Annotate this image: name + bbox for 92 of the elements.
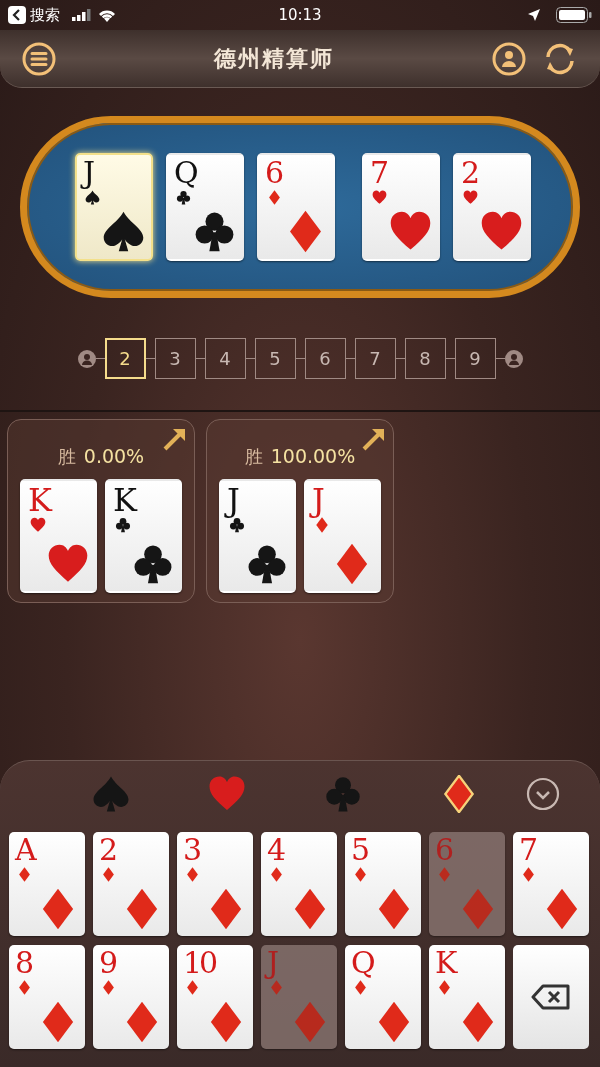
player-count-option[interactable]: 8 — [404, 338, 446, 379]
card-rank: 7 — [370, 155, 390, 191]
player-count-option[interactable]: 6 — [304, 338, 346, 379]
diamond-icon — [353, 979, 368, 995]
club-icon — [115, 517, 131, 534]
win-label: 胜 — [57, 444, 76, 469]
heart-icon — [480, 210, 523, 253]
playing-card[interactable]: 2 — [93, 832, 169, 936]
diamond-icon — [314, 517, 330, 534]
diamond-icon — [269, 979, 284, 995]
collapse-chevron-icon[interactable] — [526, 777, 560, 811]
card-rank: K — [113, 480, 137, 519]
card-rank: 6 — [435, 832, 455, 868]
playing-card[interactable]: 9 — [93, 945, 169, 1049]
playing-card[interactable]: 7 — [362, 153, 440, 261]
playing-card[interactable]: 3 — [177, 832, 253, 936]
player-count-option[interactable]: 3 — [154, 338, 196, 379]
diamond-icon — [269, 866, 284, 882]
diamond-icon — [521, 866, 536, 882]
card-rank: 6 — [265, 155, 285, 191]
heart-icon — [372, 189, 387, 205]
expand-arrow-icon[interactable] — [162, 426, 188, 452]
app-title: 德州精算师 — [214, 46, 334, 71]
spade-icon — [92, 775, 130, 813]
diamond-icon — [185, 866, 200, 882]
card-rank: 3 — [183, 832, 203, 868]
playing-card[interactable]: A — [9, 832, 85, 936]
playing-card[interactable]: 2 — [453, 153, 531, 261]
profile-icon[interactable] — [492, 41, 526, 76]
diamond-icon — [267, 189, 282, 205]
hand-panel[interactable]: 胜 0.00% K K — [7, 419, 195, 603]
player-count-option[interactable]: 5 — [254, 338, 296, 379]
club-icon — [324, 775, 362, 813]
playing-card[interactable]: 6 — [257, 153, 335, 261]
card-rank: K — [28, 480, 52, 519]
location-icon — [528, 9, 540, 21]
card-rank: 2 — [461, 155, 481, 191]
club-icon — [193, 210, 236, 253]
playing-card[interactable]: 4 — [261, 832, 337, 936]
back-label[interactable]: 搜索 — [30, 3, 60, 27]
spade-icon — [85, 189, 100, 205]
card-rank: 7 — [519, 832, 539, 868]
diamond-icon — [101, 979, 116, 995]
expand-arrow-icon[interactable] — [361, 426, 387, 452]
card-rank: Q — [174, 155, 199, 191]
player-count-option[interactable]: 7 — [354, 338, 396, 379]
card-rank: 5 — [351, 832, 371, 868]
club-icon — [176, 189, 191, 205]
playing-card[interactable]: J — [75, 153, 153, 261]
playing-card[interactable]: 7 — [513, 832, 589, 936]
card-rank: K — [435, 945, 458, 981]
player-count-option[interactable]: 9 — [454, 338, 496, 379]
card-rank: 2 — [99, 832, 119, 868]
heart-icon — [463, 189, 478, 205]
playing-card[interactable]: 10 — [177, 945, 253, 1049]
spade-icon — [102, 210, 145, 253]
win-rate: 0.00% — [83, 444, 145, 469]
hand-panel[interactable]: 胜 100.00% J J — [206, 419, 394, 603]
card-rank: 9 — [99, 945, 119, 981]
heart-icon — [389, 210, 432, 253]
diamond-icon — [185, 979, 200, 995]
backspace-icon — [531, 984, 571, 1010]
player-count-option[interactable]: 2 — [104, 338, 146, 379]
win-label: 胜 — [244, 444, 263, 469]
diamond-icon — [353, 866, 368, 882]
club-icon — [229, 517, 245, 534]
menu-icon[interactable] — [22, 41, 56, 76]
diamond-icon — [101, 866, 116, 882]
wifi-icon — [98, 8, 116, 22]
diamond-icon — [437, 866, 452, 882]
backspace-key[interactable] — [513, 945, 589, 1049]
playing-card[interactable]: 5 — [345, 832, 421, 936]
clock-time: 10:13 — [278, 5, 322, 24]
card-rank: Q — [351, 945, 376, 981]
diamond-icon — [437, 979, 452, 995]
signal-icon — [72, 9, 94, 21]
playing-card[interactable]: Q — [345, 945, 421, 1049]
diamond-icon — [17, 979, 32, 995]
playing-card[interactable]: Q — [166, 153, 244, 261]
card-rank: 4 — [267, 832, 287, 868]
heart-icon — [208, 775, 246, 813]
card-rank: 8 — [15, 945, 35, 981]
playing-card[interactable]: K — [429, 945, 505, 1049]
win-rate: 100.00% — [270, 444, 356, 469]
diamond-icon — [17, 866, 32, 882]
back-icon[interactable] — [8, 6, 26, 24]
playing-card[interactable]: 8 — [9, 945, 85, 1049]
card-rank: A — [15, 832, 37, 868]
card-rank: 10 — [183, 945, 216, 981]
player-count-option[interactable]: 4 — [204, 338, 246, 379]
heart-icon — [30, 517, 46, 534]
battery-icon — [556, 7, 592, 23]
